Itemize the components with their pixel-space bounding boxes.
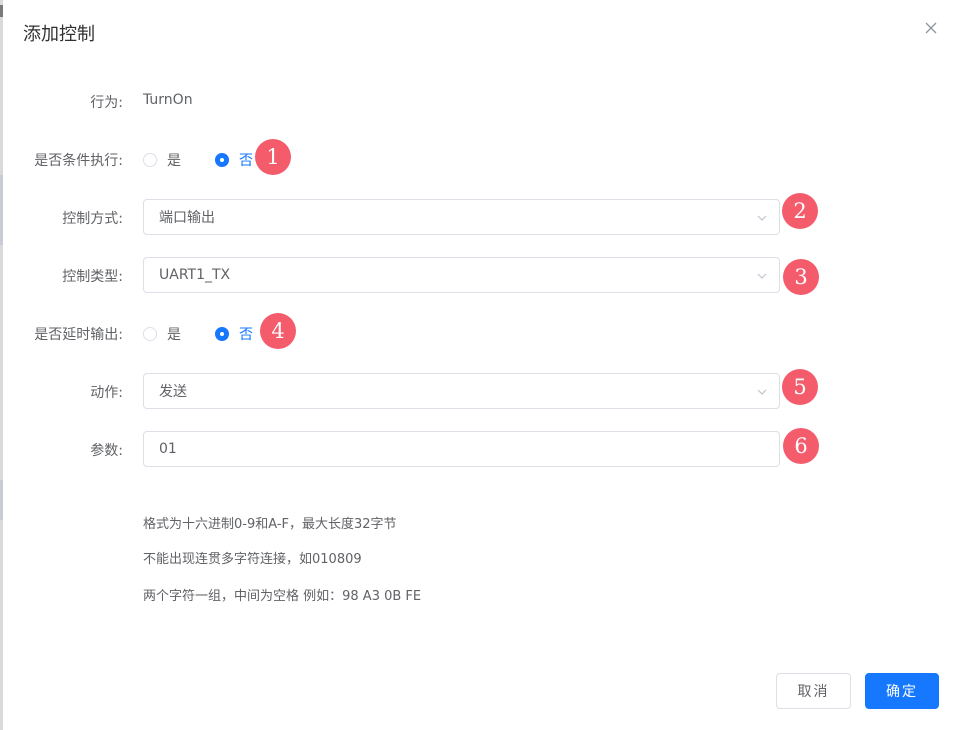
annotation-badge-1: 1: [255, 139, 291, 175]
param-hint: 格式为十六进制0-9和A-F，最大长度32字节: [143, 517, 397, 532]
radio-dot: [215, 153, 229, 167]
behavior-value: TurnOn: [143, 92, 193, 108]
radio-dot: [143, 153, 157, 167]
param-input[interactable]: 01: [143, 431, 780, 467]
radio-dot: [215, 327, 229, 341]
delayed-output-label: 是否延时输出:: [34, 327, 123, 343]
add-control-dialog: 添加控制 行为: TurnOn 是否条件执行: 是 否 1 控制方式: 端口输出…: [3, 0, 957, 730]
select-value: UART1_TX: [159, 267, 231, 283]
conditional-label: 是否条件执行:: [34, 153, 123, 169]
radio-label: 否: [239, 327, 253, 343]
action-label: 动作:: [90, 385, 123, 401]
control-mode-label: 控制方式:: [62, 211, 123, 227]
conditional-radio-no[interactable]: 否: [215, 150, 253, 170]
conditional-radio-yes[interactable]: 是: [143, 150, 181, 170]
behavior-label: 行为:: [90, 95, 123, 111]
control-type-label: 控制类型:: [62, 269, 123, 285]
input-value: 01: [159, 441, 177, 457]
chevron-down-icon: [757, 389, 767, 395]
dialog-title: 添加控制: [23, 24, 95, 45]
close-icon[interactable]: [921, 18, 941, 38]
select-value: 端口输出: [159, 210, 215, 226]
param-label: 参数:: [90, 443, 123, 459]
select-value: 发送: [159, 384, 187, 400]
annotation-badge-6: 6: [783, 428, 819, 464]
chevron-down-icon: [757, 215, 767, 221]
radio-dot: [143, 327, 157, 341]
chevron-down-icon: [757, 273, 767, 279]
annotation-badge-3: 3: [783, 259, 819, 295]
radio-label: 是: [167, 327, 181, 343]
delayed-output-radio-yes[interactable]: 是: [143, 324, 181, 344]
control-mode-select[interactable]: 端口输出: [143, 199, 780, 235]
annotation-badge-4: 4: [260, 313, 296, 349]
cancel-button[interactable]: 取消: [776, 673, 851, 709]
delayed-output-radio-no[interactable]: 否: [215, 324, 253, 344]
action-select[interactable]: 发送: [143, 373, 780, 409]
radio-label: 是: [167, 153, 181, 169]
param-hint: 不能出现连贯多字符连接，如010809: [143, 552, 362, 567]
param-hint: 两个字符一组，中间为空格 例如：98 A3 0B FE: [143, 589, 422, 604]
control-type-select[interactable]: UART1_TX: [143, 257, 780, 293]
annotation-badge-2: 2: [782, 193, 818, 229]
annotation-badge-5: 5: [782, 369, 818, 405]
confirm-button[interactable]: 确定: [865, 673, 939, 709]
radio-label: 否: [239, 153, 253, 169]
